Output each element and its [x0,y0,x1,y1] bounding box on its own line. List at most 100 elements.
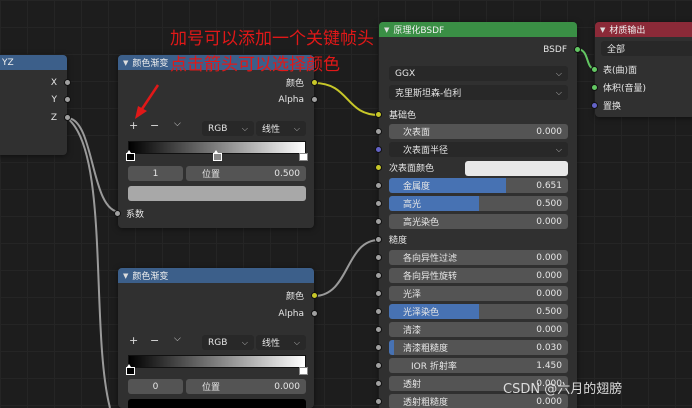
ramp1-color-socket[interactable] [311,79,318,86]
bsdf-subsurface-radius-socket[interactable] [375,146,382,153]
material-output-target-select[interactable]: 全部 [601,41,692,56]
ramp2-gradient-bar[interactable] [128,355,306,368]
separate-xyz-node[interactable]: YZ X Y Z [0,55,71,155]
bsdf-clearcoat-socket[interactable] [375,326,382,333]
bsdf-subsurface-color-label: 次表面颜色 [389,164,435,174]
ramp1-interpolation-select[interactable]: 线性 ⌵ [256,121,306,136]
bsdf-transmission-roughness-socket[interactable] [375,398,382,405]
ramp1-active-stop-index[interactable]: 1 [128,166,183,181]
color-ramp-1-title: 颜色渐变 [132,59,169,69]
bsdf-roughness-socket[interactable] [375,236,382,243]
bsdf-anisotropic-rotation-socket[interactable] [375,272,382,279]
bsdf-sheen-socket[interactable] [375,290,382,297]
bsdf-distribution-select[interactable]: GGX ⌵ [389,66,568,81]
output-input-surface: 表(曲)面 [603,66,638,76]
output-volume-socket[interactable] [591,84,598,91]
bsdf-title: 原理化BSDF [393,26,445,36]
collapse-arrow-icon[interactable]: ▼ [600,26,605,34]
bsdf-subsurface-color-swatch[interactable] [465,161,568,176]
ramp2-stop-white[interactable] [299,364,308,375]
ramp2-alpha-socket[interactable] [311,310,318,317]
material-output-header[interactable]: ▼ 材质输出 [595,22,692,37]
bsdf-base-color-socket[interactable] [375,111,382,118]
output-surface-socket[interactable] [591,66,598,73]
ramp1-stop-mid[interactable] [213,150,222,161]
bsdf-subsurface-radius-select[interactable]: 次表面半径 ⌵ [389,142,568,157]
ramp1-input-factor: 系数 [126,210,145,220]
output-displacement-socket[interactable] [591,102,598,109]
ramp2-stop-color-swatch[interactable] [128,399,306,408]
bsdf-output-label: BSDF [543,44,567,55]
ramp2-output-color: 颜色 [285,292,304,302]
bsdf-specular-socket[interactable] [375,200,382,207]
bsdf-ior-socket[interactable] [375,362,382,369]
ramp2-color-mode-select[interactable]: RGB ⌵ [202,335,254,350]
color-ramp-node-1[interactable]: ▼ 颜色渐变 颜色 Alpha + − ⌵ RGB ⌵ 线性 ⌵ 1 位置 0.50… [114,55,318,228]
ramp1-color-mode-select[interactable]: RGB ⌵ [202,121,254,136]
ramp1-factor-socket[interactable] [114,210,121,217]
ramp1-stop-black[interactable] [126,150,135,161]
ramp1-output-color: 颜色 [285,79,304,89]
collapse-arrow-icon[interactable]: ▼ [123,59,128,67]
color-ramp-node-2[interactable]: ▼ 颜色渐变 颜色 Alpha + − ⌵ RGB ⌵ 线性 ⌵ 0 位置 0.00… [118,268,318,408]
bsdf-metallic-slider[interactable]: 金属度 0.651 [389,178,568,193]
remove-stop-button[interactable]: − [150,334,159,347]
ramp1-stop-color-swatch[interactable] [128,186,306,201]
xyz-output-z: Z [50,112,57,123]
material-output-title: 材质输出 [609,26,646,36]
bsdf-anisotropic-socket[interactable] [375,254,382,261]
bsdf-subsurface-field[interactable]: 次表面 0.000 [389,124,568,139]
ramp2-active-stop-index[interactable]: 0 [128,379,183,394]
ramp2-color-socket[interactable] [311,292,318,299]
xyz-socket-z[interactable] [64,114,71,121]
bsdf-clearcoat-field[interactable]: 清漆 0.000 [389,322,568,337]
ramp1-stop-position[interactable]: 位置 0.500 [186,166,306,181]
add-stop-button[interactable]: + [129,334,138,347]
bsdf-specular-slider[interactable]: 高光 0.500 [389,196,568,211]
ramp1-stop-white[interactable] [299,150,308,161]
chevron-down-icon[interactable]: ⌵ [174,334,181,344]
xyz-socket-y[interactable] [64,96,71,103]
ramp2-interpolation-select[interactable]: 线性 ⌵ [256,335,306,350]
wire-z-to-ramp2 [66,117,111,408]
bsdf-specular-tint-field[interactable]: 高光染色 0.000 [389,214,568,229]
bsdf-subsurface-socket[interactable] [375,128,382,135]
separate-xyz-title: YZ [2,57,14,68]
bsdf-header[interactable]: ▼ 原理化BSDF [379,22,577,37]
bsdf-output-socket[interactable] [574,46,581,53]
separate-xyz-header[interactable]: YZ [0,55,67,70]
bsdf-sheen-tint-slider[interactable]: 光泽染色 0.500 [389,304,568,319]
collapse-arrow-icon[interactable]: ▼ [384,26,389,34]
collapse-arrow-icon[interactable]: ▼ [123,272,128,280]
bsdf-subsurface-color-socket[interactable] [375,164,382,171]
ramp1-output-alpha: Alpha [278,94,304,105]
bsdf-anisotropic-rotation-field[interactable]: 各向异性旋转 0.000 [389,268,568,283]
bsdf-anisotropic-field[interactable]: 各向异性过滤 0.000 [389,250,568,265]
bsdf-transmission-socket[interactable] [375,380,382,387]
output-input-volume: 体积(音量) [603,84,647,94]
color-ramp-2-title: 颜色渐变 [132,272,169,282]
chevron-down-icon[interactable]: ⌵ [174,119,181,129]
bsdf-clearcoat-roughness-socket[interactable] [375,344,382,351]
bsdf-sheen-field[interactable]: 光泽 0.000 [389,286,568,301]
color-ramp-2-header[interactable]: ▼ 颜色渐变 [118,268,314,283]
bsdf-metallic-socket[interactable] [375,182,382,189]
bsdf-sheen-tint-socket[interactable] [375,308,382,315]
bsdf-base-color-label: 基础色 [389,111,417,121]
ramp2-output-alpha: Alpha [278,308,304,319]
bsdf-subsurface-method-select[interactable]: 克里斯坦森-伯利 ⌵ [389,85,568,100]
ramp2-stop-black[interactable] [126,364,135,375]
ramp1-alpha-socket[interactable] [311,96,318,103]
bsdf-clearcoat-roughness-slider[interactable]: 清漆粗糙度 0.030 [389,340,568,355]
material-output-node[interactable]: ▼ 材质输出 全部 表(曲)面 体积(音量) 置换 [591,22,692,117]
wire-ramp2-to-roughness [313,239,380,297]
xyz-socket-x[interactable] [64,79,71,86]
xyz-output-x: X [50,77,57,88]
annotation-line-2: 点击箭头可以选择颜色 [170,55,340,75]
annotation-arrow-icon [135,84,160,119]
principled-bsdf-node[interactable]: ▼ 原理化BSDF BSDF GGX ⌵ 克里斯坦森-伯利 ⌵ 基础色 次表面 0.0… [375,22,581,408]
node-wires [66,48,596,408]
bsdf-specular-tint-socket[interactable] [375,218,382,225]
ramp2-stop-position[interactable]: 位置 0.000 [186,379,306,394]
bsdf-ior-field[interactable]: IOR 折射率 1.450 [389,358,568,373]
